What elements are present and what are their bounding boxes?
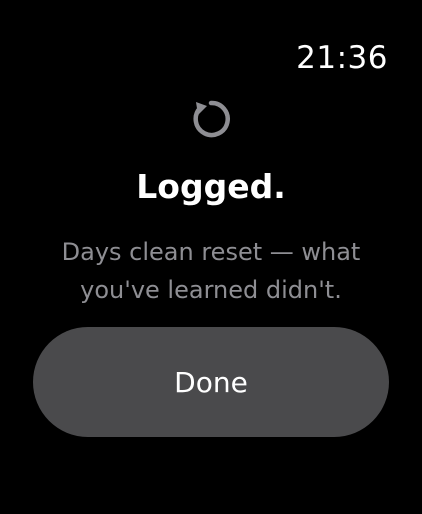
done-button[interactable]: Done — [33, 327, 389, 437]
status-time: 21:36 — [296, 40, 388, 76]
reset-icon — [193, 100, 230, 138]
watch-screen: 21:36 Logged. Days clean reset — what yo… — [0, 0, 422, 514]
confirmation-message: Days clean reset — what you've learned d… — [61, 238, 361, 304]
confirmation-title: Logged. — [136, 167, 286, 206]
